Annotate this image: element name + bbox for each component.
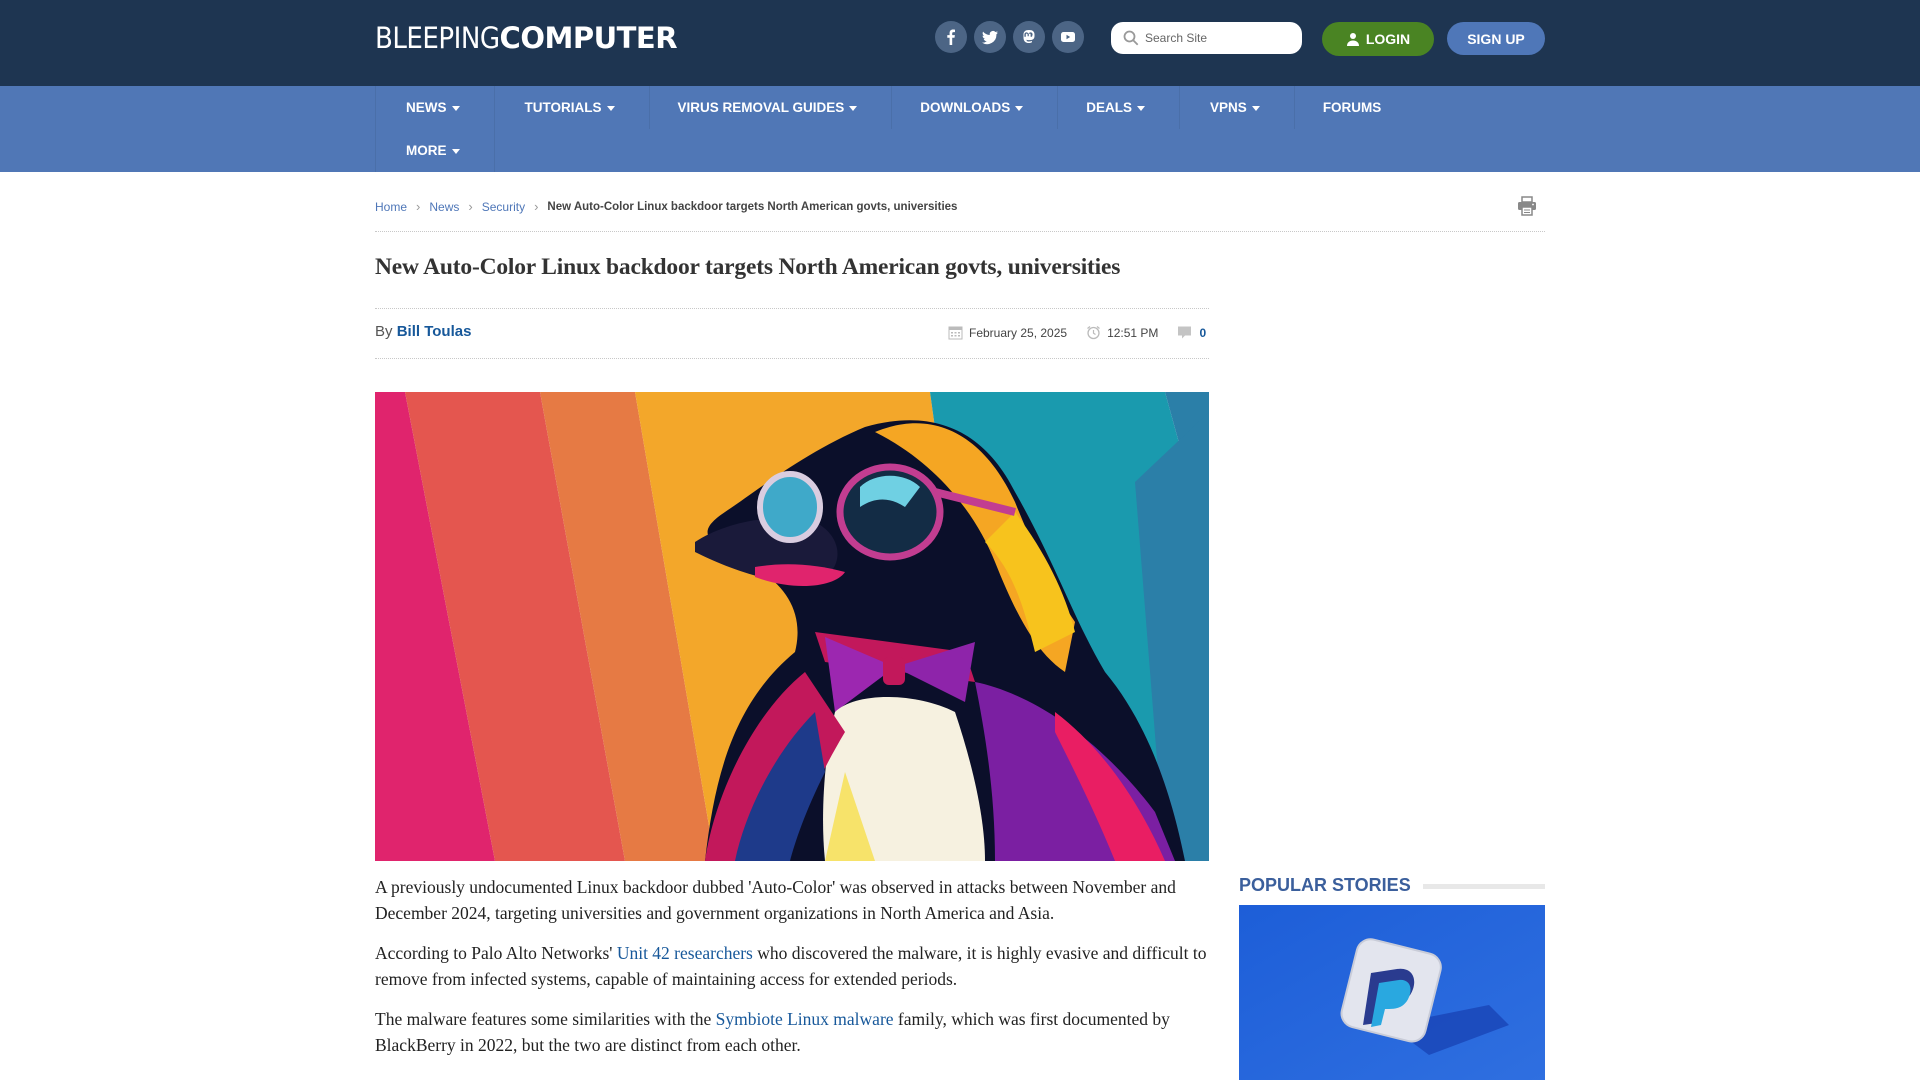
youtube-link[interactable] bbox=[1052, 21, 1084, 53]
twitter-link[interactable] bbox=[974, 21, 1006, 53]
signup-button[interactable]: SIGN UP bbox=[1447, 22, 1545, 55]
nav-row: NEWS TUTORIALS VIRUS REMOVAL GUIDES DOWN… bbox=[375, 86, 1415, 129]
breadcrumb-security[interactable]: Security bbox=[482, 200, 525, 214]
popular-stories-header: POPULAR STORIES bbox=[1239, 875, 1545, 896]
nav-item-virus-removal-guides[interactable]: VIRUS REMOVAL GUIDES bbox=[648, 86, 892, 129]
article-time: 12:51 PM bbox=[1107, 325, 1159, 340]
caret-down-icon bbox=[451, 105, 460, 111]
by-label: By bbox=[375, 323, 393, 340]
nav-item-downloads[interactable]: DOWNLOADS bbox=[891, 86, 1057, 129]
paragraph: The malware features some similarities w… bbox=[375, 1009, 1170, 1055]
clock-icon bbox=[1087, 325, 1100, 340]
social-links bbox=[935, 21, 1084, 53]
nav-item-tutorials[interactable]: TUTORIALS bbox=[493, 86, 649, 129]
logo-bold-text: COMPUTER bbox=[499, 21, 678, 55]
symbiote-link[interactable]: Symbiote Linux malware bbox=[716, 1009, 894, 1029]
article-meta: February 25, 2025 12:51 PM 0 bbox=[948, 325, 1206, 340]
youtube-icon bbox=[1061, 32, 1075, 42]
login-button[interactable]: LOGIN bbox=[1322, 22, 1434, 56]
login-label: LOGIN bbox=[1365, 31, 1411, 47]
breadcrumb-news[interactable]: News bbox=[429, 200, 459, 214]
article-body: A previously undocumented Linux backdoor… bbox=[375, 874, 1209, 1072]
nav-row: MORE bbox=[375, 129, 495, 172]
facebook-icon bbox=[947, 29, 955, 45]
caret-down-icon bbox=[451, 148, 460, 154]
paragraph: A previously undocumented Linux backdoor… bbox=[375, 877, 1176, 923]
caret-down-icon bbox=[849, 105, 858, 111]
breadcrumb-current: New Auto-Color Linux backdoor targets No… bbox=[547, 200, 958, 213]
chevron-right-icon: › bbox=[416, 199, 421, 214]
paragraph: According to Palo Alto Networks' Unit 42… bbox=[375, 943, 1207, 989]
article-title: New Auto-Color Linux backdoor targets No… bbox=[375, 254, 1121, 280]
twitter-icon bbox=[982, 30, 998, 45]
signup-label: SIGN UP bbox=[1467, 30, 1525, 47]
search-input[interactable] bbox=[1145, 31, 1295, 45]
main-nav: NEWS TUTORIALS VIRUS REMOVAL GUIDES DOWN… bbox=[0, 86, 1920, 172]
byline: By Bill Toulas bbox=[375, 323, 471, 340]
nav-item-forums[interactable]: FORUMS bbox=[1293, 86, 1416, 129]
article-date: February 25, 2025 bbox=[969, 325, 1068, 340]
caret-down-icon bbox=[1137, 105, 1146, 111]
divider bbox=[375, 231, 1545, 232]
mastodon-icon bbox=[1023, 30, 1035, 43]
top-bar: BLEEPINGCOMPUTER LOGIN SIGN UP bbox=[0, 0, 1920, 86]
caret-down-icon bbox=[606, 105, 615, 111]
popular-stories-title: POPULAR STORIES bbox=[1239, 875, 1411, 895]
search-icon bbox=[1123, 30, 1139, 46]
heading-rule bbox=[1422, 884, 1545, 889]
nav-item-news[interactable]: NEWS bbox=[375, 86, 494, 129]
divider bbox=[375, 308, 1209, 309]
search-box bbox=[1111, 22, 1302, 54]
breadcrumb: Home › News › Security › New Auto-Color … bbox=[375, 199, 957, 214]
print-icon[interactable] bbox=[1516, 196, 1538, 216]
caret-down-icon bbox=[1015, 105, 1024, 111]
breadcrumb-home[interactable]: Home bbox=[375, 200, 407, 214]
hero-image bbox=[375, 392, 1209, 861]
nav-item-more[interactable]: MORE bbox=[375, 129, 495, 172]
comment-count[interactable]: 0 bbox=[1199, 326, 1206, 340]
caret-down-icon bbox=[1251, 105, 1260, 111]
chevron-right-icon: › bbox=[534, 199, 539, 214]
nav-item-vpns[interactable]: VPNS bbox=[1179, 86, 1294, 129]
unit42-link[interactable]: Unit 42 researchers bbox=[617, 943, 753, 963]
logo-light-text: BLEEPING bbox=[375, 21, 500, 55]
calendar-icon bbox=[948, 326, 963, 340]
popular-story-image[interactable] bbox=[1239, 905, 1545, 1080]
chevron-right-icon: › bbox=[468, 199, 473, 214]
mastodon-link[interactable] bbox=[1013, 21, 1045, 53]
divider bbox=[375, 358, 1209, 359]
facebook-link[interactable] bbox=[935, 21, 967, 53]
site-logo[interactable]: BLEEPINGCOMPUTER bbox=[375, 21, 678, 55]
nav-item-deals[interactable]: DEALS bbox=[1057, 86, 1179, 129]
user-icon bbox=[1346, 33, 1359, 46]
comment-icon bbox=[1178, 326, 1192, 339]
author-link[interactable]: Bill Toulas bbox=[397, 323, 472, 340]
